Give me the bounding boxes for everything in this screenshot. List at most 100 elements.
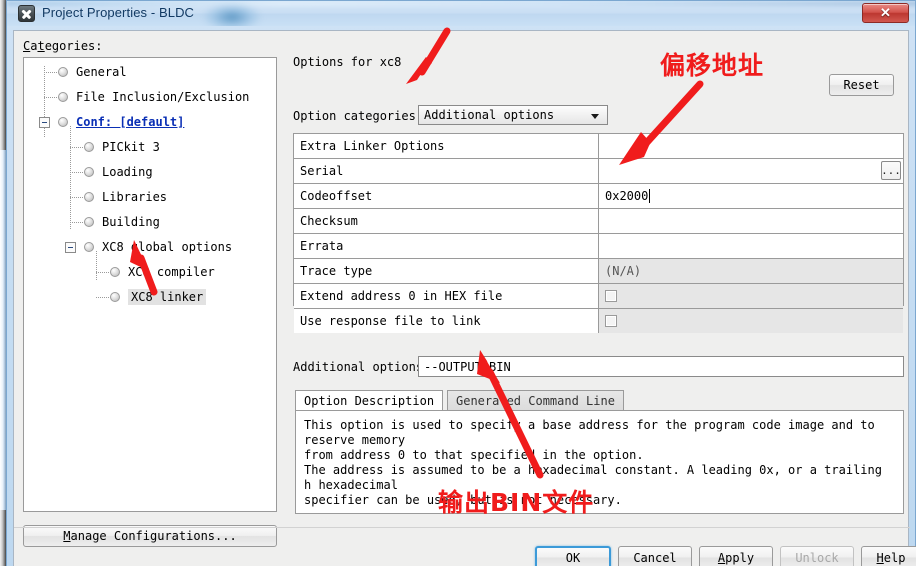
table-row[interactable]: Checksum	[294, 209, 903, 234]
sidebar-item-general[interactable]: General	[58, 63, 127, 81]
tree-guide-line	[96, 297, 110, 298]
sidebar-item-label: PICkit 3	[102, 140, 160, 154]
sidebar-item-loading[interactable]: Loading	[84, 163, 153, 181]
table-row[interactable]: Codeoffset 0x2000	[294, 184, 903, 209]
sidebar-item-building[interactable]: Building	[84, 213, 160, 231]
option-description-text: This option is used to specify a base ad…	[295, 410, 904, 514]
apply-label: Apply	[717, 550, 755, 565]
sidebar-item-label: Building	[102, 215, 160, 229]
sidebar-item-libraries[interactable]: Libraries	[84, 188, 167, 206]
tree-guide-line	[70, 147, 84, 148]
sidebar-item-xc8-linker[interactable]: XC8 linker	[110, 288, 207, 306]
tree-bullet-icon	[58, 67, 68, 77]
sidebar-item-conf-default[interactable]: Conf: [default]	[58, 113, 184, 131]
tree-bullet-icon	[110, 292, 120, 302]
option-name: Extend address 0 in HEX file	[294, 284, 599, 308]
use-response-file-checkbox[interactable]	[605, 315, 617, 327]
table-row[interactable]: Extra Linker Options	[294, 134, 903, 159]
option-value[interactable]	[599, 284, 903, 308]
ok-label: OK	[565, 550, 581, 565]
sidebar-item-file-inclusion-exclusion[interactable]: File Inclusion/Exclusion	[58, 88, 249, 106]
annotation-output-bin-text: 输出BIN文件	[438, 488, 595, 517]
tree-guide-line	[70, 126, 71, 230]
tree-expander-xc8-global[interactable]	[65, 242, 76, 253]
option-name: Codeoffset	[294, 184, 599, 208]
option-name: Errata	[294, 234, 599, 258]
tab-label: Option Description	[304, 393, 435, 408]
linker-options-table[interactable]: Extra Linker Options Serial ... Codeoffs…	[293, 133, 904, 333]
manage-configurations-button[interactable]: Manage Configurations...	[23, 525, 277, 547]
option-value[interactable]: ...	[599, 159, 903, 183]
option-value[interactable]	[599, 209, 903, 233]
option-name: Serial	[294, 159, 599, 183]
annotation-offset-address-text: 偏移地址	[660, 51, 765, 80]
reset-button[interactable]: Reset	[829, 74, 894, 96]
option-name: Extra Linker Options	[294, 134, 599, 158]
tree-bullet-icon	[110, 267, 120, 277]
tree-bullet-icon	[58, 117, 68, 127]
sidebar-item-label: Libraries	[102, 190, 168, 204]
serial-browse-button[interactable]: ...	[881, 161, 901, 180]
sidebar-item-label: XC8 linker	[128, 289, 207, 305]
categories-label: Categories:	[23, 39, 103, 53]
help-label: Help	[876, 550, 906, 565]
tree-expander-conf[interactable]	[39, 117, 50, 128]
screenshot-root: Project Properties - BLDC ✕ Categories:	[0, 0, 916, 587]
tab-option-description[interactable]: Option Description	[295, 390, 444, 410]
table-row[interactable]: Errata	[294, 234, 903, 259]
additional-options-value: --OUTPUT=BIN	[424, 359, 511, 374]
window-title: Project Properties - BLDC	[42, 5, 195, 20]
sidebar-item-label: General	[76, 65, 127, 79]
sidebar-item-label: Conf: [default]	[76, 115, 185, 129]
tab-label: Generated Command Line	[456, 393, 615, 408]
option-name: Trace type	[294, 259, 599, 283]
tree-guide-line	[70, 197, 84, 198]
sidebar-item-label: File Inclusion/Exclusion	[76, 90, 250, 104]
text-caret	[649, 189, 651, 203]
options-for-label: Options for xc8	[293, 55, 402, 69]
tree-bullet-icon	[84, 167, 94, 177]
option-value[interactable]	[599, 309, 903, 333]
table-row[interactable]: Serial ...	[294, 159, 903, 184]
manage-configurations-label: Manage Configurations...	[63, 529, 237, 543]
tab-generated-command-line[interactable]: Generated Command Line	[447, 390, 624, 410]
option-value[interactable]	[599, 234, 903, 258]
tree-guide-line	[70, 172, 84, 173]
table-row[interactable]: Use response file to link	[294, 309, 903, 333]
tree-bullet-icon	[58, 92, 68, 102]
app-icon	[18, 5, 35, 22]
sidebar-item-pickit-3[interactable]: PICkit 3	[84, 138, 160, 156]
sidebar-item-label: Loading	[102, 165, 153, 179]
trace-type-value: (N/A)	[599, 259, 903, 283]
option-categories-label: Option categories:	[293, 109, 424, 123]
close-icon: ✕	[880, 5, 891, 20]
sidebar-item-xc8-compiler[interactable]: XC8 compiler	[110, 263, 215, 281]
tree-guide-line	[44, 97, 58, 98]
codeoffset-value: 0x2000	[605, 189, 649, 203]
tree-guide-line	[44, 72, 58, 73]
extend-address-checkbox[interactable]	[605, 290, 617, 302]
sidebar-item-label: XC8 compiler	[128, 265, 215, 279]
tree-bullet-icon	[84, 142, 94, 152]
table-row[interactable]: Trace type (N/A)	[294, 259, 903, 284]
tree-guide-line	[96, 272, 110, 273]
option-value[interactable]	[599, 134, 903, 158]
bottom-background	[0, 566, 916, 587]
reset-label: Reset	[843, 78, 880, 92]
close-button[interactable]: ✕	[862, 3, 909, 23]
tree-bullet-icon	[84, 192, 94, 202]
table-row[interactable]: Extend address 0 in HEX file	[294, 284, 903, 309]
categories-tree[interactable]: General File Inclusion/Exclusion Conf: […	[23, 57, 277, 512]
codeoffset-value-cell[interactable]: 0x2000	[599, 184, 903, 208]
additional-options-label: Additional options:	[293, 360, 431, 374]
tree-bullet-icon	[84, 242, 94, 252]
option-categories-select[interactable]: Additional options	[418, 105, 608, 125]
sidebar-item-xc8-global-options[interactable]: XC8 global options	[84, 238, 232, 256]
title-bar[interactable]: Project Properties - BLDC ✕	[6, 0, 916, 26]
option-categories-value: Additional options	[424, 108, 555, 122]
option-name: Use response file to link	[294, 309, 599, 333]
additional-options-input[interactable]: --OUTPUT=BIN	[418, 356, 904, 377]
tree-bullet-icon	[84, 217, 94, 227]
title-bar-blur-artifact	[202, 3, 262, 26]
description-tabstrip[interactable]: Option Description Generated Command Lin…	[295, 390, 904, 410]
